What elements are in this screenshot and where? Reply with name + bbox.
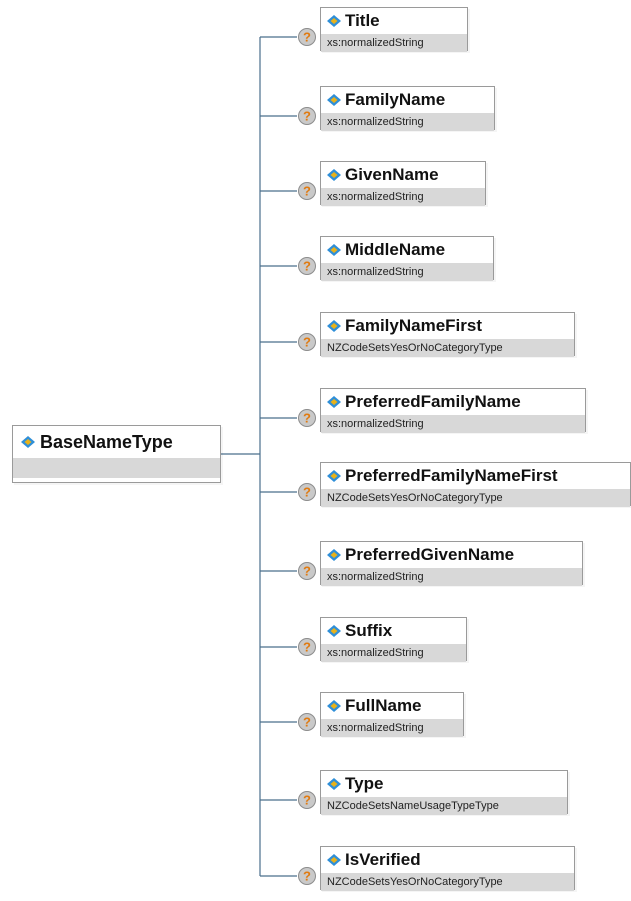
element-type: NZCodeSetsNameUsageTypeType bbox=[321, 797, 567, 815]
element-box[interactable]: IsVerified NZCodeSetsYesOrNoCategoryType bbox=[320, 846, 575, 891]
element-type: NZCodeSetsYesOrNoCategoryType bbox=[321, 339, 574, 357]
element-name: Suffix bbox=[345, 621, 393, 640]
svg-text:?: ? bbox=[303, 564, 311, 579]
element-type: xs:normalizedString bbox=[321, 34, 467, 52]
element-name: Title bbox=[345, 11, 380, 30]
element-gem-icon bbox=[327, 94, 341, 106]
svg-text:?: ? bbox=[303, 184, 311, 199]
element-gem-icon bbox=[327, 169, 341, 181]
optional-question-icon: ? bbox=[298, 333, 316, 351]
element-box[interactable]: PreferredFamilyNameFirst NZCodeSetsYesOrN… bbox=[320, 462, 631, 507]
svg-text:?: ? bbox=[303, 109, 311, 124]
element-header: IsVerified bbox=[321, 847, 574, 873]
element-header: GivenName bbox=[321, 162, 485, 188]
element-type: xs:normalizedString bbox=[321, 568, 582, 586]
element-name: GivenName bbox=[345, 165, 439, 184]
schema-diagram: BaseNameType ? Title xs:normalizedString? F… bbox=[0, 0, 631, 901]
element-type: xs:normalizedString bbox=[321, 263, 493, 281]
element-gem-icon bbox=[327, 396, 341, 408]
svg-text:?: ? bbox=[303, 485, 311, 500]
element-box[interactable]: FamilyName xs:normalizedString bbox=[320, 86, 495, 131]
element-name: IsVerified bbox=[345, 850, 421, 869]
optional-question-icon: ? bbox=[298, 638, 316, 656]
element-name: PreferredFamilyNameFirst bbox=[345, 466, 558, 485]
element-type: NZCodeSetsYesOrNoCategoryType bbox=[321, 489, 630, 507]
element-name: FamilyNameFirst bbox=[345, 316, 482, 335]
optional-question-icon: ? bbox=[298, 409, 316, 427]
element-type: xs:normalizedString bbox=[321, 415, 585, 433]
element-name: PreferredGivenName bbox=[345, 545, 515, 564]
element-header: FullName bbox=[321, 693, 463, 719]
element-box[interactable]: Type NZCodeSetsNameUsageTypeType bbox=[320, 770, 568, 815]
element-header: Suffix bbox=[321, 618, 466, 644]
root-type-header: BaseNameType bbox=[13, 426, 220, 458]
element-type: NZCodeSetsYesOrNoCategoryType bbox=[321, 873, 574, 891]
optional-question-icon: ? bbox=[298, 483, 316, 501]
element-header: PreferredGivenName bbox=[321, 542, 582, 568]
element-gem-icon bbox=[327, 15, 341, 27]
element-gem-icon bbox=[327, 320, 341, 332]
element-name: MiddleName bbox=[345, 240, 446, 259]
optional-question-icon: ? bbox=[298, 791, 316, 809]
element-box[interactable]: MiddleName xs:normalizedString bbox=[320, 236, 494, 281]
element-type: xs:normalizedString bbox=[321, 644, 466, 662]
element-gem-icon bbox=[327, 700, 341, 712]
element-gem-icon bbox=[327, 470, 341, 482]
element-box[interactable]: PreferredGivenName xs:normalizedString bbox=[320, 541, 583, 586]
svg-text:?: ? bbox=[303, 640, 311, 655]
optional-question-icon: ? bbox=[298, 182, 316, 200]
element-header: Title bbox=[321, 8, 467, 34]
element-box[interactable]: GivenName xs:normalizedString bbox=[320, 161, 486, 206]
element-header: MiddleName bbox=[321, 237, 493, 263]
svg-text:?: ? bbox=[303, 869, 311, 884]
optional-question-icon: ? bbox=[298, 257, 316, 275]
element-header: FamilyNameFirst bbox=[321, 313, 574, 339]
element-header: Type bbox=[321, 771, 567, 797]
element-header: PreferredFamilyName bbox=[321, 389, 585, 415]
svg-text:?: ? bbox=[303, 259, 311, 274]
optional-question-icon: ? bbox=[298, 713, 316, 731]
element-gem-icon bbox=[327, 244, 341, 256]
optional-question-icon: ? bbox=[298, 562, 316, 580]
element-gem-icon bbox=[327, 854, 341, 866]
svg-text:?: ? bbox=[303, 715, 311, 730]
element-gem-icon bbox=[327, 778, 341, 790]
svg-text:?: ? bbox=[303, 411, 311, 426]
svg-text:?: ? bbox=[303, 30, 311, 45]
element-type: xs:normalizedString bbox=[321, 188, 485, 206]
element-header: FamilyName bbox=[321, 87, 494, 113]
element-gem-icon bbox=[327, 549, 341, 561]
root-type-box[interactable]: BaseNameType bbox=[12, 425, 221, 483]
optional-question-icon: ? bbox=[298, 867, 316, 885]
element-name: FamilyName bbox=[345, 90, 446, 109]
root-type-name: BaseNameType bbox=[40, 431, 173, 452]
element-box[interactable]: Suffix xs:normalizedString bbox=[320, 617, 467, 662]
optional-question-icon: ? bbox=[298, 107, 316, 125]
element-name: Type bbox=[345, 774, 384, 793]
element-box[interactable]: FullName xs:normalizedString bbox=[320, 692, 464, 737]
element-box[interactable]: PreferredFamilyName xs:normalizedString bbox=[320, 388, 586, 433]
element-header: PreferredFamilyNameFirst bbox=[321, 463, 630, 489]
element-gem-icon bbox=[327, 625, 341, 637]
optional-question-icon: ? bbox=[298, 28, 316, 46]
element-name: PreferredFamilyName bbox=[345, 392, 521, 411]
root-type-detail bbox=[13, 458, 220, 478]
element-box[interactable]: Title xs:normalizedString bbox=[320, 7, 468, 52]
svg-text:?: ? bbox=[303, 793, 311, 808]
element-name: FullName bbox=[345, 696, 422, 715]
element-gem-icon bbox=[21, 436, 35, 448]
element-box[interactable]: FamilyNameFirst NZCodeSetsYesOrNoCategory… bbox=[320, 312, 575, 357]
svg-text:?: ? bbox=[303, 335, 311, 350]
element-type: xs:normalizedString bbox=[321, 113, 494, 131]
element-type: xs:normalizedString bbox=[321, 719, 463, 737]
